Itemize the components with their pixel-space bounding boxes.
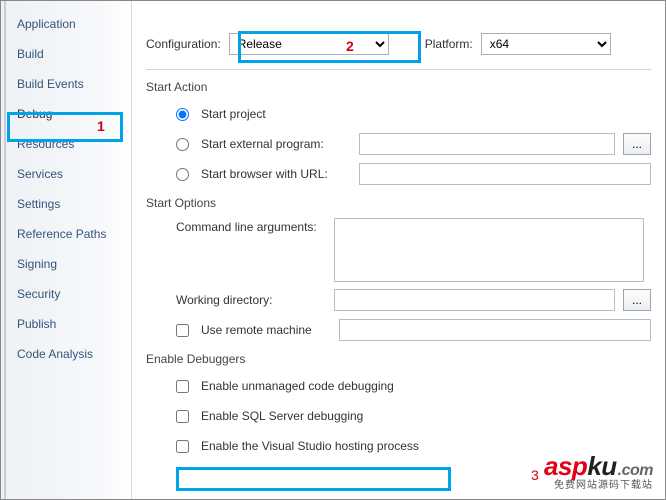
- start-project-radio[interactable]: [176, 108, 189, 121]
- debug-settings-panel: Configuration: Release Platform: x64 Sta…: [132, 1, 665, 499]
- args-label: Command line arguments:: [176, 218, 326, 234]
- sidebar-item-services[interactable]: Services: [1, 159, 131, 189]
- use-remote-checkbox[interactable]: [176, 324, 189, 337]
- platform-label: Platform:: [425, 37, 473, 51]
- args-textarea[interactable]: [334, 218, 644, 282]
- configuration-label: Configuration:: [146, 37, 221, 51]
- start-browser-radio[interactable]: [176, 168, 189, 181]
- start-action-title: Start Action: [146, 80, 651, 94]
- enable-sql-label: Enable SQL Server debugging: [201, 409, 363, 423]
- start-external-input[interactable]: [359, 133, 615, 155]
- remote-machine-input[interactable]: [339, 319, 651, 341]
- sidebar-item-code-analysis[interactable]: Code Analysis: [1, 339, 131, 369]
- start-action-body: Start project Start external program: ..…: [176, 102, 651, 186]
- sidebar-item-signing[interactable]: Signing: [1, 249, 131, 279]
- start-browser-label: Start browser with URL:: [201, 167, 351, 181]
- sidebar-item-build-events[interactable]: Build Events: [1, 69, 131, 99]
- working-dir-label: Working directory:: [176, 293, 326, 307]
- working-dir-input[interactable]: [334, 289, 615, 311]
- enable-unmanaged-label: Enable unmanaged code debugging: [201, 379, 394, 393]
- sidebar-item-security[interactable]: Security: [1, 279, 131, 309]
- enable-hosting-checkbox[interactable]: [176, 440, 189, 453]
- divider: [146, 69, 651, 70]
- sidebar-item-reference-paths[interactable]: Reference Paths: [1, 219, 131, 249]
- sidebar-item-build[interactable]: Build: [1, 39, 131, 69]
- enable-hosting-label: Enable the Visual Studio hosting process: [201, 439, 419, 453]
- config-platform-row: Configuration: Release Platform: x64: [146, 33, 651, 55]
- start-browser-input[interactable]: [359, 163, 651, 185]
- sidebar-item-debug[interactable]: Debug: [1, 99, 131, 129]
- settings-sidebar: Application Build Build Events Debug Res…: [1, 1, 132, 499]
- enable-sql-checkbox[interactable]: [176, 410, 189, 423]
- sidebar-item-application[interactable]: Application: [1, 9, 131, 39]
- working-dir-browse-button[interactable]: ...: [623, 289, 651, 311]
- use-remote-label: Use remote machine: [201, 323, 331, 337]
- platform-select[interactable]: x64: [481, 33, 611, 55]
- enable-debuggers-body: Enable unmanaged code debugging Enable S…: [176, 374, 651, 458]
- start-external-browse-button[interactable]: ...: [623, 133, 651, 155]
- start-options-body: Command line arguments: Working director…: [176, 218, 651, 342]
- sidebar-item-settings[interactable]: Settings: [1, 189, 131, 219]
- start-external-label: Start external program:: [201, 137, 351, 151]
- enable-unmanaged-checkbox[interactable]: [176, 380, 189, 393]
- start-external-radio[interactable]: [176, 138, 189, 151]
- enable-debuggers-title: Enable Debuggers: [146, 352, 651, 366]
- configuration-select[interactable]: Release: [229, 33, 389, 55]
- start-project-label: Start project: [201, 107, 266, 121]
- start-options-title: Start Options: [146, 196, 651, 210]
- project-properties-window: Application Build Build Events Debug Res…: [0, 0, 666, 500]
- sidebar-item-resources[interactable]: Resources: [1, 129, 131, 159]
- sidebar-item-publish[interactable]: Publish: [1, 309, 131, 339]
